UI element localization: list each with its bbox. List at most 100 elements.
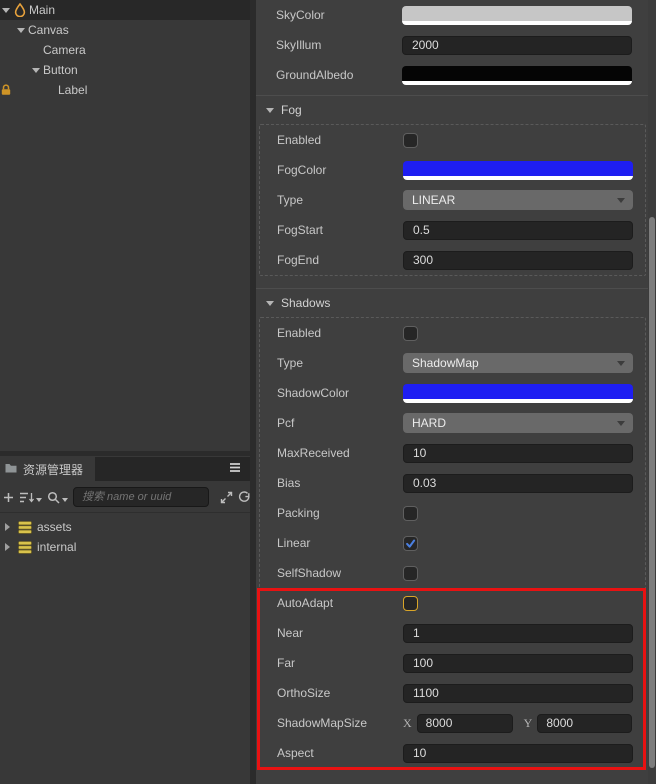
property-control xyxy=(403,743,633,763)
property-row-fogcolor: FogColor xyxy=(260,155,645,185)
type-select[interactable]: LINEAR xyxy=(403,190,633,210)
bias-input[interactable] xyxy=(403,473,633,493)
selfshadow-checkbox[interactable] xyxy=(403,565,418,581)
asset-node-internal[interactable]: internal xyxy=(0,537,250,557)
property-row-type: Type LINEAR xyxy=(260,185,645,215)
property-label: FogColor xyxy=(277,163,327,177)
hierarchy-node-button[interactable]: Button xyxy=(0,60,250,80)
fogstart-input[interactable] xyxy=(403,220,633,240)
scene-droplet-icon xyxy=(14,3,26,17)
skyillum-input[interactable] xyxy=(402,35,632,55)
property-label: Enabled xyxy=(277,133,322,147)
property-control xyxy=(403,325,633,341)
enabled-checkbox[interactable] xyxy=(403,132,418,148)
tab-bar-spacer xyxy=(95,457,250,481)
axis-x-label: X xyxy=(403,715,412,730)
section-header-shadows[interactable]: Shadows xyxy=(256,289,656,317)
shadowmapsize-x-input[interactable] xyxy=(416,713,513,733)
shadowmapsize-y-input[interactable] xyxy=(537,713,633,733)
far-input[interactable] xyxy=(403,653,633,673)
groundalbedo-color-field[interactable] xyxy=(402,65,632,85)
hierarchy-node-label: Main xyxy=(29,3,56,17)
select-value: HARD xyxy=(412,416,447,430)
asset-node-assets[interactable]: assets xyxy=(0,517,250,537)
property-row-enabled: Enabled xyxy=(260,318,645,348)
expand-arrow-icon[interactable] xyxy=(5,523,10,531)
inspector-scrollbar[interactable] xyxy=(648,0,656,784)
collapse-arrow-icon xyxy=(266,300,274,306)
property-row-selfshadow: SelfShadow xyxy=(260,558,645,588)
property-label: Bias xyxy=(277,476,301,490)
select-value: LINEAR xyxy=(412,193,456,207)
property-row-shadowcolor: ShadowColor xyxy=(260,378,645,408)
property-row-orthosize: OrthoSize xyxy=(260,678,645,708)
scene-hierarchy-panel: Main Canvas Camera Button Label xyxy=(0,0,250,451)
pcf-select[interactable]: HARD xyxy=(403,413,633,433)
packing-checkbox[interactable] xyxy=(403,505,418,521)
skycolor-color-field[interactable] xyxy=(402,5,632,25)
property-control: ShadowMap xyxy=(403,353,633,373)
asset-folder-stack-icon xyxy=(18,520,32,534)
hierarchy-node-camera[interactable]: Camera xyxy=(0,40,250,60)
hierarchy-node-canvas[interactable]: Canvas xyxy=(0,20,250,40)
fogend-input[interactable] xyxy=(403,250,633,270)
hierarchy-node-label: Camera xyxy=(43,43,86,57)
property-control xyxy=(403,160,633,180)
asset-toolbar xyxy=(0,482,250,513)
property-control xyxy=(402,35,632,55)
property-row-near: Near xyxy=(260,618,645,648)
section-title: Fog xyxy=(281,103,302,117)
property-control xyxy=(403,683,633,703)
property-control: LINEAR xyxy=(403,190,633,210)
hierarchy-node-main[interactable]: Main xyxy=(0,0,250,20)
enabled-checkbox[interactable] xyxy=(403,325,418,341)
section-header-fog[interactable]: Fog xyxy=(256,96,656,124)
color-swatch xyxy=(402,5,632,21)
scrollbar-thumb[interactable] xyxy=(649,217,655,768)
asset-search-input[interactable] xyxy=(73,487,209,507)
search-filter-button[interactable] xyxy=(47,491,68,504)
property-row-linear: Linear xyxy=(260,528,645,558)
property-row-pcf: Pcf HARD xyxy=(260,408,645,438)
refresh-icon[interactable] xyxy=(238,490,251,504)
sort-assets-button[interactable] xyxy=(19,491,42,504)
property-control xyxy=(403,535,633,551)
axis-y-label: Y xyxy=(523,715,533,730)
expand-all-icon[interactable] xyxy=(220,491,233,504)
property-control xyxy=(403,443,633,463)
collapse-arrow-icon[interactable] xyxy=(32,67,40,73)
property-control xyxy=(403,383,633,403)
asset-explorer-panel: 资源管理器 assets internal xyxy=(0,456,250,784)
maxreceived-input[interactable] xyxy=(403,443,633,463)
property-row-maxreceived: MaxReceived xyxy=(260,438,645,468)
linear-checkbox[interactable] xyxy=(403,535,418,551)
orthosize-input[interactable] xyxy=(403,683,633,703)
near-input[interactable] xyxy=(403,623,633,643)
property-label: OrthoSize xyxy=(277,686,331,700)
property-control: HARD xyxy=(403,413,633,433)
property-control xyxy=(403,653,633,673)
fogcolor-color-field[interactable] xyxy=(403,160,633,180)
collapse-arrow-icon[interactable] xyxy=(2,7,10,13)
property-control xyxy=(403,220,633,240)
panel-menu-icon[interactable] xyxy=(229,460,241,478)
type-select[interactable]: ShadowMap xyxy=(403,353,633,373)
property-row-aspect: Aspect xyxy=(260,738,645,768)
property-control: XY xyxy=(403,713,633,733)
property-label: Aspect xyxy=(277,746,314,760)
add-asset-button[interactable] xyxy=(3,492,14,503)
property-label: Type xyxy=(277,356,304,370)
aspect-input[interactable] xyxy=(403,743,633,763)
shadowcolor-color-field[interactable] xyxy=(403,383,633,403)
hierarchy-node-label[interactable]: Label xyxy=(0,80,250,100)
expand-arrow-icon[interactable] xyxy=(5,543,10,551)
collapse-arrow-icon[interactable] xyxy=(17,27,25,33)
autoadapt-checkbox[interactable] xyxy=(403,595,418,611)
property-control xyxy=(403,565,633,581)
property-row-shadowmapsize: ShadowMapSizeXY xyxy=(260,708,645,738)
select-value: ShadowMap xyxy=(412,356,479,370)
property-label: SelfShadow xyxy=(277,566,342,580)
tab-asset-explorer[interactable]: 资源管理器 xyxy=(0,456,95,482)
property-control xyxy=(402,5,632,25)
alpha-strip xyxy=(403,398,633,403)
